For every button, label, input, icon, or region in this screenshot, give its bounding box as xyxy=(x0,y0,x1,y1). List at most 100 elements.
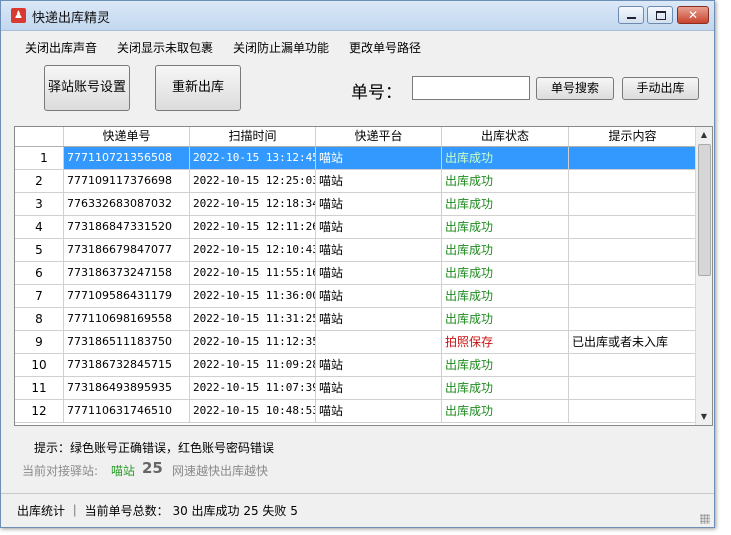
title-bar[interactable]: ♟ 快递出库精灵 ✕ xyxy=(1,1,714,31)
resize-grip-icon[interactable] xyxy=(700,514,710,524)
row-number[interactable]: 9 xyxy=(15,331,64,354)
row-number[interactable]: 3 xyxy=(15,193,64,216)
minimize-button[interactable] xyxy=(618,6,644,24)
tracking-number-cell[interactable]: 773186493895935 xyxy=(64,377,190,400)
platform-cell[interactable]: 喵站 xyxy=(316,147,442,170)
tip-cell[interactable] xyxy=(569,170,697,193)
row-number[interactable]: 8 xyxy=(15,308,64,331)
header-status[interactable]: 出库状态 xyxy=(442,127,569,146)
platform-cell[interactable]: 喵站 xyxy=(316,285,442,308)
tip-cell[interactable] xyxy=(569,147,697,170)
tracking-number-cell[interactable]: 773186511183750 xyxy=(64,331,190,354)
table-row[interactable]: 1 777110721356508 2022-10-15 13:12:45 喵站 出库成… xyxy=(15,147,697,170)
scan-time-cell[interactable]: 2022-10-15 12:10:43 xyxy=(190,239,316,262)
header-platform[interactable]: 快递平台 xyxy=(316,127,442,146)
menu-toggle-miss-prevent[interactable]: 关闭防止漏单功能 xyxy=(233,39,329,56)
platform-cell[interactable]: 喵站 xyxy=(316,170,442,193)
tip-cell[interactable] xyxy=(569,193,697,216)
tip-cell[interactable] xyxy=(569,239,697,262)
table-row[interactable]: 6 773186373247158 2022-10-15 11:55:16 喵站 出库成… xyxy=(15,262,697,285)
status-cell[interactable]: 出库成功 xyxy=(442,147,569,170)
platform-cell[interactable]: 喵站 xyxy=(316,400,442,423)
scan-time-cell[interactable]: 2022-10-15 11:12:35 xyxy=(190,331,316,354)
row-number[interactable]: 10 xyxy=(15,354,64,377)
tracking-number-input[interactable] xyxy=(412,76,530,100)
table-scrollbar[interactable]: ▲ ▼ xyxy=(695,127,712,425)
platform-cell[interactable]: 喵站 xyxy=(316,354,442,377)
scan-time-cell[interactable]: 2022-10-15 11:07:39 xyxy=(190,377,316,400)
tracking-number-cell[interactable]: 777110631746510 xyxy=(64,400,190,423)
tip-cell[interactable] xyxy=(569,262,697,285)
table-row[interactable]: 7 777109586431179 2022-10-15 11:36:00 喵站 出库成… xyxy=(15,285,697,308)
scan-time-cell[interactable]: 2022-10-15 11:36:00 xyxy=(190,285,316,308)
tip-cell[interactable] xyxy=(569,308,697,331)
row-number[interactable]: 11 xyxy=(15,377,64,400)
tip-cell[interactable] xyxy=(569,354,697,377)
row-number[interactable]: 7 xyxy=(15,285,64,308)
table-row[interactable]: 11 773186493895935 2022-10-15 11:07:39 喵站 出库… xyxy=(15,377,697,400)
tracking-number-cell[interactable]: 773186847331520 xyxy=(64,216,190,239)
table-row[interactable]: 9 773186511183750 2022-10-15 11:12:35 拍照保存已… xyxy=(15,331,697,354)
row-number[interactable]: 12 xyxy=(15,400,64,423)
platform-cell[interactable]: 喵站 xyxy=(316,377,442,400)
search-button[interactable]: 单号搜索 xyxy=(536,77,614,100)
maximize-button[interactable] xyxy=(647,6,673,24)
row-number[interactable]: 4 xyxy=(15,216,64,239)
table-row[interactable]: 3 776332683087032 2022-10-15 12:18:34 喵站 出库成… xyxy=(15,193,697,216)
status-cell[interactable]: 出库成功 xyxy=(442,400,569,423)
status-cell[interactable]: 出库成功 xyxy=(442,377,569,400)
scan-time-cell[interactable]: 2022-10-15 12:11:26 xyxy=(190,216,316,239)
tip-cell[interactable] xyxy=(569,285,697,308)
tip-cell[interactable] xyxy=(569,216,697,239)
table-row[interactable]: 10 773186732845715 2022-10-15 11:09:28 喵站 出库… xyxy=(15,354,697,377)
table-row[interactable]: 12 777110631746510 2022-10-15 10:48:53 喵站 出库… xyxy=(15,400,697,423)
tracking-number-cell[interactable]: 777109117376698 xyxy=(64,170,190,193)
scroll-down-icon[interactable]: ▼ xyxy=(696,409,712,425)
scroll-up-icon[interactable]: ▲ xyxy=(696,127,712,143)
table-row[interactable]: 8 777110698169558 2022-10-15 11:31:25 喵站 出库成… xyxy=(15,308,697,331)
menu-toggle-unpicked[interactable]: 关闭显示未取包裹 xyxy=(117,39,213,56)
menu-change-path[interactable]: 更改单号路径 xyxy=(349,39,421,56)
close-button[interactable]: ✕ xyxy=(677,6,709,24)
scan-time-cell[interactable]: 2022-10-15 11:31:25 xyxy=(190,308,316,331)
tracking-number-cell[interactable]: 773186679847077 xyxy=(64,239,190,262)
scan-time-cell[interactable]: 2022-10-15 12:25:03 xyxy=(190,170,316,193)
row-number[interactable]: 6 xyxy=(15,262,64,285)
tracking-number-cell[interactable]: 777110721356508 xyxy=(64,147,190,170)
tracking-number-cell[interactable]: 777109586431179 xyxy=(64,285,190,308)
scan-time-cell[interactable]: 2022-10-15 11:55:16 xyxy=(190,262,316,285)
tracking-number-cell[interactable]: 776332683087032 xyxy=(64,193,190,216)
header-tip[interactable]: 提示内容 xyxy=(569,127,697,146)
tracking-number-cell[interactable]: 773186373247158 xyxy=(64,262,190,285)
header-scan-time[interactable]: 扫描时间 xyxy=(190,127,316,146)
tip-cell[interactable]: 已出库或者未入库 xyxy=(569,331,697,354)
tracking-number-cell[interactable]: 773186732845715 xyxy=(64,354,190,377)
menu-toggle-sound[interactable]: 关闭出库声音 xyxy=(25,39,97,56)
row-number[interactable]: 2 xyxy=(15,170,64,193)
table-row[interactable]: 2 777109117376698 2022-10-15 12:25:03 喵站 出库成… xyxy=(15,170,697,193)
row-number[interactable]: 1 xyxy=(15,147,64,170)
station-settings-button[interactable]: 驿站账号设置 xyxy=(44,65,130,111)
status-cell[interactable]: 出库成功 xyxy=(442,239,569,262)
scan-time-cell[interactable]: 2022-10-15 10:48:53 xyxy=(190,400,316,423)
scan-time-cell[interactable]: 2022-10-15 13:12:45 xyxy=(190,147,316,170)
platform-cell[interactable]: 喵站 xyxy=(316,193,442,216)
header-tracking[interactable]: 快递单号 xyxy=(64,127,190,146)
scroll-thumb[interactable] xyxy=(698,144,711,276)
platform-cell[interactable]: 喵站 xyxy=(316,308,442,331)
tip-cell[interactable] xyxy=(569,377,697,400)
tracking-number-cell[interactable]: 777110698169558 xyxy=(64,308,190,331)
manual-out-button[interactable]: 手动出库 xyxy=(622,77,699,100)
scan-time-cell[interactable]: 2022-10-15 12:18:34 xyxy=(190,193,316,216)
status-cell[interactable]: 出库成功 xyxy=(442,308,569,331)
platform-cell[interactable]: 喵站 xyxy=(316,216,442,239)
status-cell[interactable]: 出库成功 xyxy=(442,262,569,285)
status-cell[interactable]: 出库成功 xyxy=(442,170,569,193)
status-cell[interactable]: 出库成功 xyxy=(442,216,569,239)
status-cell[interactable]: 出库成功 xyxy=(442,285,569,308)
table-row[interactable]: 5 773186679847077 2022-10-15 12:10:43 喵站 出库成… xyxy=(15,239,697,262)
platform-cell[interactable]: 喵站 xyxy=(316,239,442,262)
status-cell[interactable]: 出库成功 xyxy=(442,193,569,216)
status-cell[interactable]: 拍照保存 xyxy=(442,331,569,354)
restock-button[interactable]: 重新出库 xyxy=(155,65,241,111)
